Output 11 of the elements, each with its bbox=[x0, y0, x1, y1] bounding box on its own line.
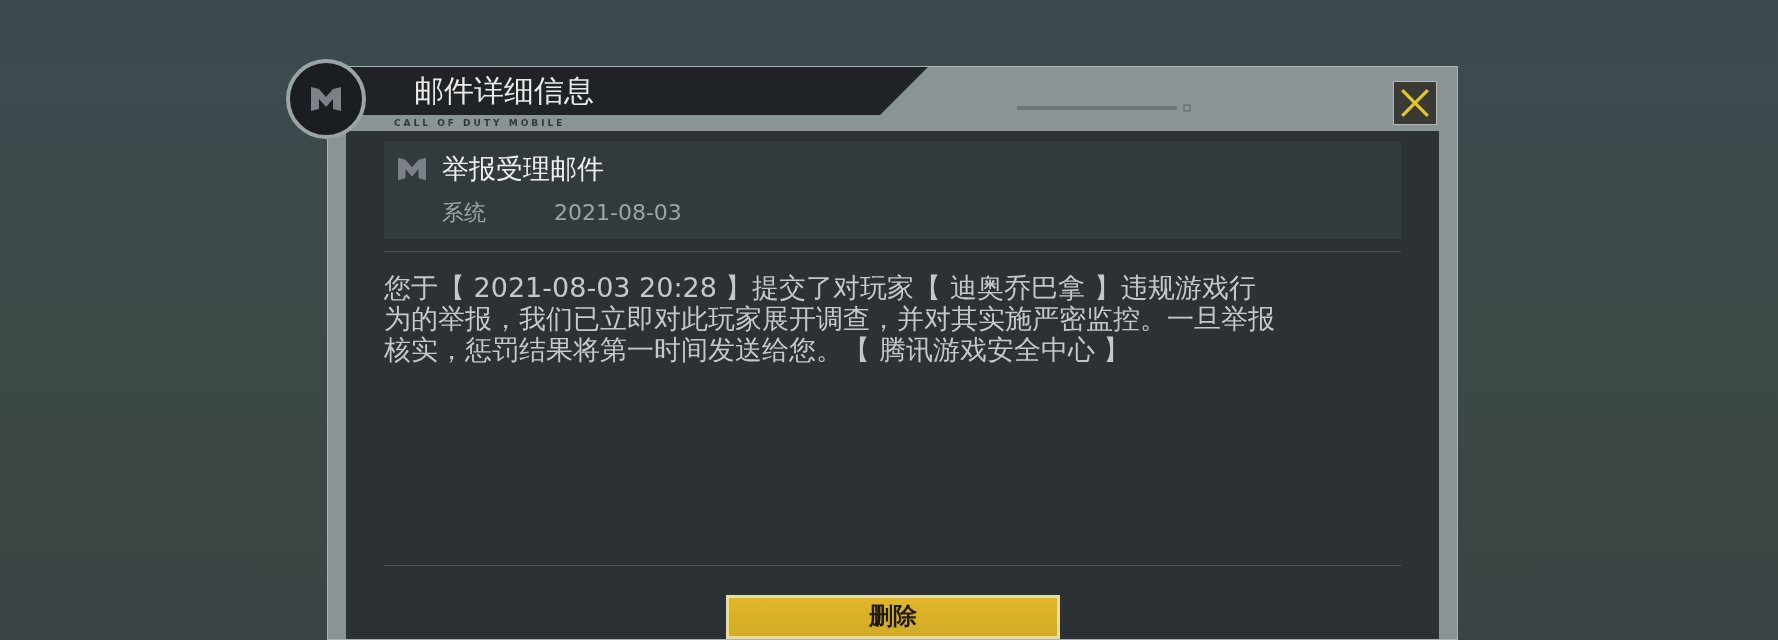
close-icon bbox=[1399, 87, 1431, 119]
delete-button[interactable]: 删除 bbox=[725, 595, 1060, 639]
mail-body: 您于【 2021-08-03 20:28 】提交了对玩家【 迪奥乔巴拿 】违规游戏行为的举报，我们已立即对此玩家展开调查，并对其实施严密监控。一旦举报核实，惩罚结果将第一时间发送给您。【 腾讯游戏安全中心 】 bbox=[384, 272, 1276, 365]
mail-sender: 系统 bbox=[442, 199, 486, 227]
mail-subject: 举报受理邮件 bbox=[442, 155, 604, 182]
logo-icon bbox=[309, 85, 343, 113]
dialog-subtitle: CALL OF DUTY MOBILE bbox=[394, 117, 566, 130]
close-button[interactable] bbox=[1393, 81, 1437, 125]
mail-date: 2021-08-03 bbox=[554, 199, 682, 227]
mail-icon bbox=[396, 155, 428, 182]
dialog-title: 邮件详细信息 bbox=[414, 76, 594, 106]
